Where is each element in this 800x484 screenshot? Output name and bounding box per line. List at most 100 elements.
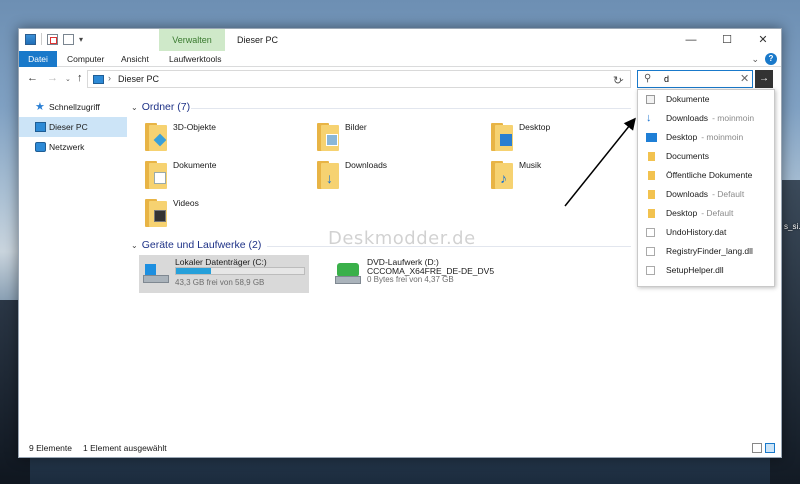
sidebar-item-label: Netzwerk: [49, 142, 85, 152]
properties-icon[interactable]: [47, 33, 58, 45]
suggestion-owner: - moinmoin: [701, 132, 744, 142]
videos-folder-icon: [145, 199, 167, 227]
folder-3d-objects[interactable]: 3D-Objekte: [141, 119, 301, 159]
folder-pictures[interactable]: Bilder: [313, 119, 473, 159]
collapse-chevron-icon[interactable]: ⌄: [131, 241, 138, 250]
suggestion-owner: - Default: [712, 189, 745, 199]
pc-icon: [93, 75, 104, 84]
refresh-icon[interactable]: ↻: [613, 74, 622, 87]
qat-divider: [41, 33, 42, 45]
suggestion-item[interactable]: ↓ Downloads - moinmoin: [638, 109, 774, 128]
folder-downloads[interactable]: ↓ Downloads: [313, 157, 473, 197]
file-icon: [646, 228, 655, 237]
pc-icon: [35, 122, 46, 132]
ribbon-right-controls: ⌄ ?: [751, 53, 777, 65]
drive-d[interactable]: DVD-Laufwerk (D:) CCCOMA_X64FRE_DE-DE_DV…: [331, 255, 531, 293]
hard-drive-icon: [143, 263, 169, 285]
tab-computer[interactable]: Computer: [61, 51, 110, 67]
suggestion-label: RegistryFinder_lang.dll: [666, 246, 753, 256]
view-switcher: [752, 443, 775, 453]
folder-label: Downloads: [345, 160, 388, 170]
tab-drive-tools[interactable]: Laufwerktools: [163, 51, 227, 67]
folder-label: Videos: [173, 198, 199, 208]
suggestion-owner: - moinmoin: [712, 113, 755, 123]
tab-file[interactable]: Datei: [19, 51, 57, 67]
clear-search-icon[interactable]: ✕: [740, 72, 749, 85]
desktop-folder-icon: [491, 123, 513, 151]
drive-free-space: 43,3 GB frei von 58,9 GB: [175, 278, 265, 287]
tab-view[interactable]: Ansicht: [115, 51, 155, 67]
suggestion-label: Dokumente: [666, 94, 710, 104]
folder-label: Dokumente: [173, 160, 217, 170]
watermark: Deskmodder.de: [328, 228, 476, 249]
folder-icon: [648, 190, 655, 199]
up-arrow-icon[interactable]: ↑: [77, 72, 83, 84]
search-box[interactable]: ⚲ ✕: [637, 70, 753, 88]
desktop-icon: [646, 133, 657, 142]
ribbon-tabs: Datei Computer Ansicht Laufwerktools ⌄ ?: [19, 51, 781, 67]
suggestion-item[interactable]: Downloads - Default: [638, 185, 774, 204]
documents-icon: [646, 95, 655, 104]
tiles-view-icon[interactable]: [765, 443, 775, 453]
group-title: Ordner (7): [141, 101, 191, 113]
drive-free-space: 0 Bytes frei von 4,37 GB: [367, 275, 454, 284]
sidebar-item-quick-access[interactable]: ★ Schnellzugriff: [19, 97, 127, 117]
quick-access-toolbar: ▾: [25, 33, 83, 45]
status-bar: 9 Elemente 1 Element ausgewählt: [19, 439, 781, 457]
forward-arrow-icon[interactable]: →: [47, 72, 58, 84]
desktop-icon-label[interactable]: s_si..: [784, 222, 800, 231]
new-folder-icon[interactable]: [63, 33, 74, 45]
customize-qat-chevron-icon[interactable]: ▾: [79, 35, 83, 44]
collapse-chevron-icon[interactable]: ⌄: [131, 103, 138, 112]
close-button[interactable]: ✕: [745, 29, 781, 51]
minimize-button[interactable]: —: [673, 29, 709, 51]
group-header-drives[interactable]: ⌄ Geräte und Laufwerke (2): [131, 239, 261, 251]
folder-label: Desktop: [519, 122, 551, 132]
suggestion-item[interactable]: SetupHelper.dll: [638, 261, 774, 280]
sidebar-item-this-pc[interactable]: Dieser PC: [19, 117, 127, 137]
network-icon: [35, 142, 46, 152]
breadcrumb-separator-icon[interactable]: ›: [108, 73, 111, 83]
drive-c[interactable]: Lokaler Datenträger (C:) 43,3 GB frei vo…: [139, 255, 309, 293]
search-go-button[interactable]: →: [755, 70, 773, 88]
suggestion-item[interactable]: Desktop - moinmoin: [638, 128, 774, 147]
search-input[interactable]: [664, 73, 734, 85]
folder-videos[interactable]: Videos: [141, 195, 301, 235]
suggestion-item[interactable]: Öffentliche Dokumente: [638, 166, 774, 185]
search-icon: ⚲: [644, 73, 652, 84]
suggestion-label: Downloads: [666, 189, 709, 199]
suggestion-owner: - Default: [701, 208, 734, 218]
group-header-folders[interactable]: ⌄ Ordner (7): [131, 101, 190, 113]
folder-icon: [648, 152, 655, 161]
help-icon[interactable]: ?: [765, 53, 777, 65]
suggestion-label: UndoHistory.dat: [666, 227, 727, 237]
pictures-folder-icon: [317, 123, 339, 151]
suggestion-item[interactable]: Dokumente: [638, 90, 774, 109]
breadcrumb-this-pc[interactable]: Dieser PC: [118, 74, 159, 84]
folder-documents[interactable]: Dokumente: [141, 157, 301, 197]
suggestion-item[interactable]: UndoHistory.dat: [638, 223, 774, 242]
address-bar[interactable]: › Dieser PC ⌄: [87, 70, 631, 88]
back-arrow-icon[interactable]: ←: [27, 72, 38, 84]
maximize-button[interactable]: ☐: [709, 29, 745, 51]
expand-ribbon-chevron-icon[interactable]: ⌄: [751, 54, 759, 65]
sidebar-item-network[interactable]: Netzwerk: [19, 137, 127, 157]
dll-file-icon: [646, 266, 655, 275]
folder-icon: [648, 209, 655, 218]
navigation-bar: ← → ⌄ ↑ › Dieser PC ⌄ ↻ ⚲ ✕ →: [19, 67, 781, 91]
dvd-drive-icon: [335, 263, 361, 285]
suggestion-item[interactable]: Desktop - Default: [638, 204, 774, 223]
pc-icon: [25, 33, 36, 45]
suggestion-label: Desktop: [666, 132, 698, 142]
suggestion-label: SetupHelper.dll: [666, 265, 724, 275]
folder-music[interactable]: ♪ Musik: [487, 157, 627, 197]
context-tab-manage[interactable]: Verwalten: [159, 29, 225, 51]
folder-label: Bilder: [345, 122, 367, 132]
details-view-icon[interactable]: [752, 443, 762, 453]
suggestion-item[interactable]: RegistryFinder_lang.dll: [638, 242, 774, 261]
recent-locations-chevron-icon[interactable]: ⌄: [65, 75, 71, 83]
group-title: Geräte und Laufwerke (2): [141, 239, 262, 251]
suggestion-item[interactable]: Documents: [638, 147, 774, 166]
folder-desktop[interactable]: Desktop: [487, 119, 627, 159]
documents-folder-icon: [145, 161, 167, 189]
